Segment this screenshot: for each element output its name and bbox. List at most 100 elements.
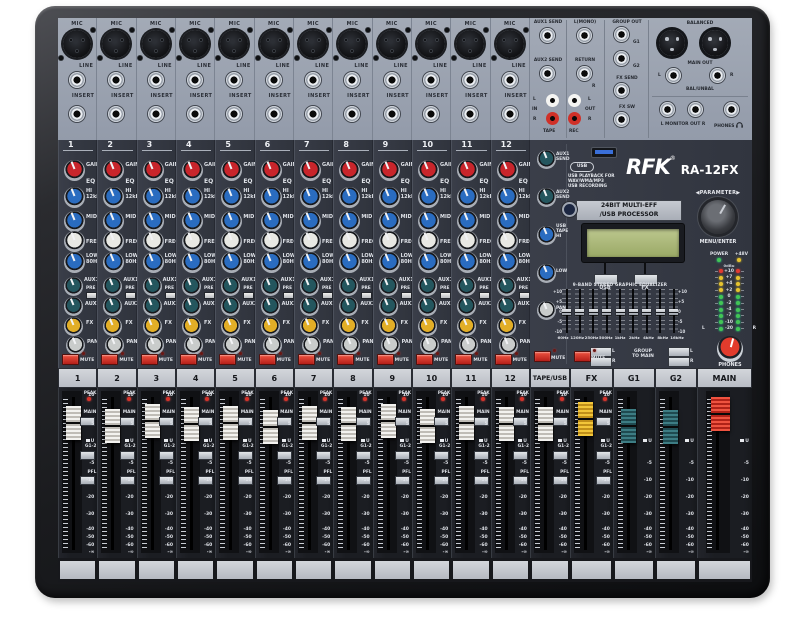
pre-switch[interactable] [361,292,372,299]
group-assign-button[interactable] [277,451,292,460]
fx-knob[interactable] [300,317,319,336]
group-assign-button[interactable] [395,451,410,460]
eq-low-knob[interactable] [143,252,164,273]
group-assign-button[interactable] [120,451,135,460]
mute-button[interactable] [62,354,79,365]
group-assign-button[interactable] [159,451,174,460]
aux2-knob[interactable] [261,297,280,316]
mute-button[interactable] [180,354,197,365]
eq-mid-knob[interactable] [182,211,203,232]
eq-freq-knob[interactable] [182,231,203,252]
eq-freq-knob[interactable] [379,231,400,252]
gain-knob[interactable] [261,160,282,181]
eq-hi-knob[interactable] [103,187,124,208]
gain-knob[interactable] [497,160,518,181]
group-assign-button[interactable] [238,451,253,460]
eq-mid-knob[interactable] [221,211,242,232]
fader-cap[interactable] [145,404,160,438]
eq-freq-knob[interactable] [143,231,164,252]
eq-freq-knob[interactable] [457,231,478,252]
eq-hi-knob[interactable] [418,187,439,208]
aux1-knob[interactable] [379,277,398,296]
pre-switch[interactable] [243,292,254,299]
mute-button[interactable] [337,354,354,365]
geq-band-cap[interactable] [669,309,678,315]
gain-knob[interactable] [379,160,400,181]
eq-hi-knob[interactable] [182,187,203,208]
eq-low-knob[interactable] [300,252,321,273]
fader-cap[interactable] [578,402,593,436]
eq-low-knob[interactable] [103,252,124,273]
eq-freq-knob[interactable] [103,231,124,252]
aux1-knob[interactable] [339,277,358,296]
aux1-knob[interactable] [300,277,319,296]
aux2-knob[interactable] [221,297,240,316]
group-assign-button[interactable] [553,451,568,460]
fx-mute-button[interactable] [574,351,591,362]
geq-band-cap[interactable] [575,309,584,315]
group-assign-button[interactable] [80,451,95,460]
eq-mid-knob[interactable] [418,211,439,232]
g2-to-main-r-button[interactable] [668,357,690,367]
eq-low-knob[interactable] [418,252,439,273]
fx-knob[interactable] [339,317,358,336]
eq-freq-knob[interactable] [261,231,282,252]
mute-button[interactable] [455,354,472,365]
fader-cap[interactable] [621,409,636,443]
eq-mid-knob[interactable] [497,211,518,232]
fader-cap[interactable] [184,407,199,441]
eq-mid-knob[interactable] [261,211,282,232]
fader-cap[interactable] [341,407,356,441]
aux2-knob[interactable] [497,297,516,316]
fx-knob[interactable] [221,317,240,336]
mute-button[interactable] [416,354,433,365]
pre-switch[interactable] [283,292,294,299]
pre-switch[interactable] [519,292,530,299]
mute-button[interactable] [141,354,158,365]
tape-aux1-send-knob[interactable] [537,150,556,169]
fader-cap[interactable] [381,404,396,438]
group-assign-button[interactable] [474,451,489,460]
gain-knob[interactable] [221,160,242,181]
aux1-knob[interactable] [418,277,437,296]
fx-knob[interactable] [143,317,162,336]
aux1-knob[interactable] [497,277,516,296]
aux1-knob[interactable] [182,277,201,296]
eq-hi-knob[interactable] [143,187,164,208]
fx-knob[interactable] [418,317,437,336]
geq-band-cap[interactable] [602,309,611,315]
tape-hi-knob[interactable] [537,226,556,245]
aux2-knob[interactable] [379,297,398,316]
eq-mid-knob[interactable] [103,211,124,232]
eq-hi-knob[interactable] [379,187,400,208]
pre-switch[interactable] [479,292,490,299]
mute-button[interactable] [495,354,512,365]
eq-low-knob[interactable] [182,252,203,273]
pre-switch[interactable] [165,292,176,299]
tape-aux2-send-knob[interactable] [537,188,556,207]
fx-knob[interactable] [64,317,83,336]
eq-hi-knob[interactable] [339,187,360,208]
eq-freq-knob[interactable] [339,231,360,252]
fader-cap[interactable] [420,409,435,443]
gain-knob[interactable] [103,160,124,181]
usb-port[interactable] [592,148,616,157]
pre-switch[interactable] [125,292,136,299]
phones-knob[interactable] [717,336,743,362]
eq-low-knob[interactable] [339,252,360,273]
aux1-knob[interactable] [221,277,240,296]
fader-cap[interactable] [711,397,730,431]
aux2-knob[interactable] [64,297,83,316]
g2-to-main-l-button[interactable] [668,347,690,357]
mute-button[interactable] [377,354,394,365]
aux1-knob[interactable] [103,277,122,296]
fader-cap[interactable] [66,406,81,440]
aux1-knob[interactable] [457,277,476,296]
gain-knob[interactable] [64,160,85,181]
group-assign-button[interactable] [356,451,371,460]
aux2-knob[interactable] [103,297,122,316]
gain-knob[interactable] [143,160,164,181]
pre-switch[interactable] [86,292,97,299]
fader-cap[interactable] [263,410,278,444]
group-assign-button[interactable] [198,451,213,460]
